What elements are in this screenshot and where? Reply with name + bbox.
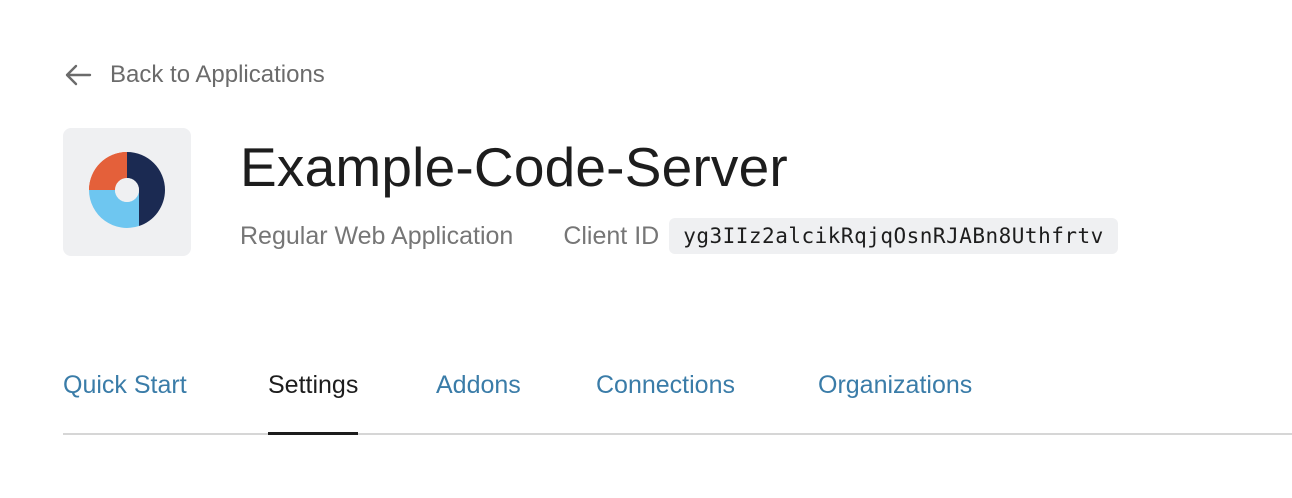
arrow-left-icon bbox=[64, 63, 92, 87]
tab-quick-start[interactable]: Quick Start bbox=[63, 360, 187, 433]
app-logo-icon bbox=[87, 150, 167, 235]
application-tabs: Quick Start Settings Addons Connections … bbox=[63, 360, 1292, 435]
application-detail-page: Back to Applications Example-Code-Server bbox=[0, 0, 1292, 498]
application-header: Example-Code-Server Regular Web Applicat… bbox=[63, 128, 1118, 257]
app-header-text: Example-Code-Server Regular Web Applicat… bbox=[240, 134, 1118, 257]
tab-connections[interactable]: Connections bbox=[596, 360, 735, 433]
page-title: Example-Code-Server bbox=[240, 136, 788, 198]
tab-settings[interactable]: Settings bbox=[268, 360, 359, 435]
app-meta-row: Regular Web Application Client ID yg3IIz… bbox=[240, 215, 1118, 257]
client-id-label: Client ID bbox=[563, 221, 660, 250]
client-id-value[interactable]: yg3IIz2alcikRqjqOsnRJABn8Uthfrtv bbox=[669, 218, 1118, 254]
app-logo bbox=[63, 128, 191, 256]
back-link-label: Back to Applications bbox=[110, 61, 325, 88]
tab-organizations[interactable]: Organizations bbox=[818, 360, 972, 433]
tab-addons[interactable]: Addons bbox=[436, 360, 521, 433]
app-type-label: Regular Web Application bbox=[240, 221, 514, 250]
back-to-applications-link[interactable]: Back to Applications bbox=[64, 56, 325, 94]
